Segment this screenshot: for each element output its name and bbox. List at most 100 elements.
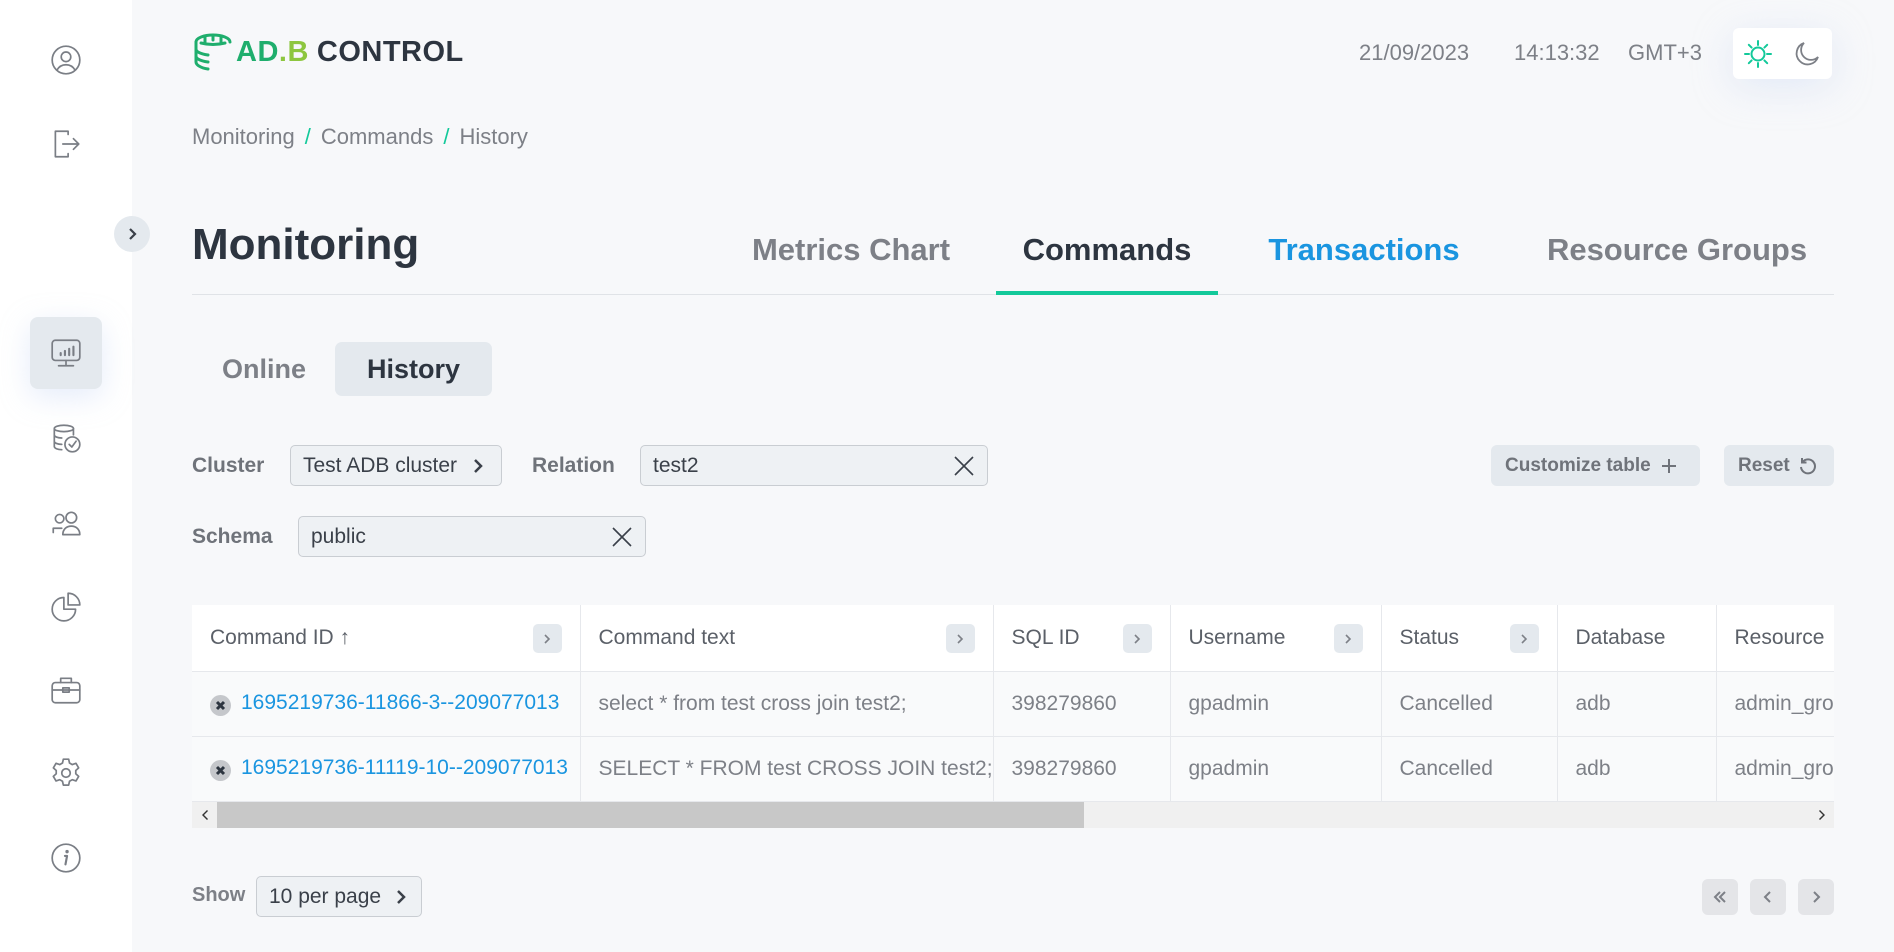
column-header-command-text[interactable]: Command text xyxy=(580,605,994,672)
scrollbar-thumb[interactable] xyxy=(217,802,1084,828)
cell-command-id: 1695219736-11119-10--209077013 xyxy=(192,736,581,802)
page-title: Monitoring xyxy=(192,220,420,269)
expand-column-button[interactable] xyxy=(1509,624,1539,653)
column-header-username[interactable]: Username xyxy=(1170,605,1382,672)
timezone: GMT+3 xyxy=(1628,40,1702,65)
column-header-database[interactable]: Database xyxy=(1557,605,1717,672)
cell-database: adb xyxy=(1557,671,1717,737)
light-theme-icon[interactable] xyxy=(1743,39,1773,69)
dark-theme-icon[interactable] xyxy=(1792,39,1822,69)
cell-command-id: 1695219736-11866-3--209077013 xyxy=(192,671,581,737)
cell-resource: admin_group xyxy=(1716,671,1834,737)
sidebar xyxy=(0,0,132,952)
tab-metrics-chart[interactable]: Metrics Chart xyxy=(740,230,962,295)
cancel-command-icon[interactable] xyxy=(210,695,231,716)
tab-resource-groups[interactable]: Resource Groups xyxy=(1532,230,1822,295)
breadcrumb-item-monitoring[interactable]: Monitoring xyxy=(192,124,295,150)
horizontal-scrollbar[interactable] xyxy=(192,802,1834,828)
sidebar-item-info[interactable] xyxy=(30,822,102,894)
pie-chart-icon xyxy=(51,592,81,622)
chevron-right-icon xyxy=(1345,633,1352,644)
relation-label: Relation xyxy=(532,454,615,477)
prev-page-button[interactable] xyxy=(1750,879,1786,915)
sidebar-item-reports[interactable] xyxy=(30,570,102,642)
app-logo[interactable]: AD.B CONTROL xyxy=(192,30,464,74)
breadcrumb-item-commands[interactable]: Commands xyxy=(321,124,433,150)
sidebar-item-users[interactable] xyxy=(30,488,102,560)
next-page-button[interactable] xyxy=(1798,879,1834,915)
chevron-right-icon xyxy=(957,633,964,644)
logo-primary-text: AD.B xyxy=(236,35,309,68)
briefcase-icon xyxy=(51,677,81,704)
cell-username: gpadmin xyxy=(1170,736,1382,802)
column-header-status[interactable]: Status xyxy=(1381,605,1558,672)
expand-column-button[interactable] xyxy=(1333,624,1363,653)
main-tabs: Metrics Chart Commands Transactions Reso… xyxy=(192,230,1834,295)
cluster-select[interactable]: Test ADB cluster xyxy=(290,445,502,486)
tab-transactions[interactable]: Transactions xyxy=(1253,230,1475,295)
reset-label: Reset xyxy=(1738,454,1790,476)
first-page-button[interactable] xyxy=(1702,879,1738,915)
current-date: 21/09/2023 xyxy=(1359,40,1470,65)
chevron-right-icon xyxy=(1134,633,1141,644)
caret-right-icon xyxy=(1818,810,1825,820)
reset-icon xyxy=(1799,457,1816,474)
chevron-right-icon xyxy=(129,228,137,240)
info-icon xyxy=(51,843,81,873)
breadcrumb-separator: / xyxy=(443,124,450,149)
per-page-select[interactable]: 10 per page xyxy=(256,876,422,917)
database-logo-icon xyxy=(194,33,232,71)
schema-input[interactable]: public xyxy=(298,516,646,557)
chevron-right-icon xyxy=(1521,633,1528,644)
per-page-value: 10 per page xyxy=(269,884,382,908)
expand-column-button[interactable] xyxy=(532,624,562,653)
cluster-value: Test ADB cluster xyxy=(303,453,458,477)
subtab-history[interactable]: History xyxy=(335,342,492,396)
cell-username: gpadmin xyxy=(1170,671,1382,737)
sidebar-item-jobs[interactable] xyxy=(30,654,102,726)
column-header-sql-id[interactable]: SQL ID xyxy=(993,605,1171,672)
cell-command-text: SELECT * FROM test CROSS JOIN test2; xyxy=(580,736,994,802)
command-id-link[interactable]: 1695219736-11119-10--209077013 xyxy=(241,756,568,779)
table-header-row: Command ID ↑ Command text SQL ID Usernam… xyxy=(192,605,1834,672)
expand-column-button[interactable] xyxy=(945,624,975,653)
subtab-online[interactable]: Online xyxy=(212,342,316,396)
column-header-command-id[interactable]: Command ID ↑ xyxy=(192,605,581,672)
cell-status: Cancelled xyxy=(1381,736,1558,802)
scroll-right-button[interactable] xyxy=(1809,802,1834,828)
logo-secondary-text: CONTROL xyxy=(316,35,464,68)
expand-column-button[interactable] xyxy=(1122,624,1152,653)
sidebar-expand-button[interactable] xyxy=(114,216,150,252)
chevron-right-icon xyxy=(397,889,406,904)
sort-asc-icon: ↑ xyxy=(339,625,351,649)
tab-commands[interactable]: Commands xyxy=(996,230,1218,295)
column-header-resource[interactable]: Resource xyxy=(1716,605,1834,672)
theme-switch xyxy=(1733,28,1832,79)
caret-left-icon xyxy=(201,810,208,820)
scroll-left-button[interactable] xyxy=(192,802,217,828)
sidebar-item-monitoring[interactable] xyxy=(30,317,102,389)
customize-table-button[interactable]: Customize table xyxy=(1491,445,1700,486)
cancel-command-icon[interactable] xyxy=(210,760,231,781)
cell-sql-id: 398279860 xyxy=(993,736,1171,802)
settings-icon xyxy=(52,758,80,786)
table-row: 1695219736-11119-10--209077013 SELECT * … xyxy=(192,736,1834,802)
relation-input[interactable]: test2 xyxy=(640,445,988,486)
users-icon xyxy=(52,511,81,536)
plus-icon xyxy=(1661,458,1676,473)
sidebar-item-settings[interactable] xyxy=(30,737,102,809)
schema-label: Schema xyxy=(192,525,273,548)
sidebar-item-backup[interactable] xyxy=(30,402,102,474)
clear-relation-icon[interactable] xyxy=(953,455,975,477)
breadcrumb-separator: / xyxy=(304,124,311,149)
command-id-link[interactable]: 1695219736-11866-3--209077013 xyxy=(241,691,559,714)
user-profile-button[interactable] xyxy=(30,24,102,96)
customize-table-label: Customize table xyxy=(1505,454,1651,476)
logout-button[interactable] xyxy=(30,108,102,180)
database-backup-icon xyxy=(53,424,81,453)
clear-schema-icon[interactable] xyxy=(611,526,633,548)
cell-status: Cancelled xyxy=(1381,671,1558,737)
reset-button[interactable]: Reset xyxy=(1724,445,1834,486)
commands-table: Command ID ↑ Command text SQL ID Usernam… xyxy=(192,605,1834,828)
chevron-right-icon xyxy=(1813,891,1821,903)
